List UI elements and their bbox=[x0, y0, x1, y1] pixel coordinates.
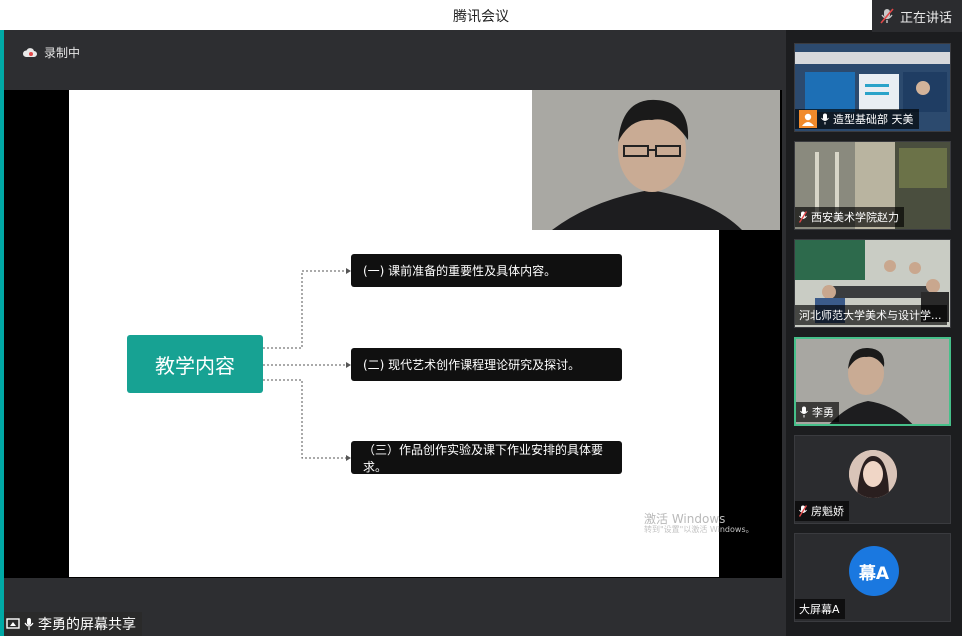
participant-tile-active[interactable]: 李勇 bbox=[794, 337, 951, 426]
participant-tile[interactable]: 河北师范大学美术与设计学... bbox=[794, 239, 951, 328]
avatar bbox=[849, 450, 897, 498]
participant-label: 河北师范大学美术与设计学... bbox=[795, 305, 947, 325]
screen-share-icon bbox=[6, 618, 20, 629]
participant-name: 河北师范大学美术与设计学... bbox=[799, 309, 942, 322]
participant-name: 李勇 bbox=[812, 406, 834, 419]
avatar-photo bbox=[849, 450, 897, 498]
participant-label: 房魁娇 bbox=[795, 501, 849, 521]
participant-name: 房魁娇 bbox=[811, 505, 844, 518]
mic-icon bbox=[821, 113, 829, 125]
mic-icon bbox=[800, 406, 808, 418]
participant-name: 造型基础部 天美 bbox=[833, 113, 914, 126]
participant-label: 西安美术学院赵力 bbox=[795, 207, 904, 227]
participant-name: 西安美术学院赵力 bbox=[811, 211, 899, 224]
participant-label: 造型基础部 天美 bbox=[795, 109, 919, 129]
avatar: 幕A bbox=[849, 546, 899, 596]
activation-watermark-text: 转到"设置"以激活 Windows。 bbox=[644, 525, 754, 534]
participant-tile[interactable]: 西安美术学院赵力 bbox=[794, 141, 951, 230]
participant-label: 大屏幕A bbox=[795, 599, 845, 619]
participant-tile[interactable]: 幕A 大屏幕A bbox=[794, 533, 951, 622]
screen-share-label: 李勇的屏幕共享 bbox=[4, 612, 142, 636]
mic-muted-icon bbox=[799, 211, 807, 223]
avatar-placeholder-icon bbox=[799, 110, 817, 128]
presenter-person-image bbox=[532, 90, 780, 230]
screen-share-text: 李勇的屏幕共享 bbox=[38, 617, 136, 633]
mindmap-item-3: （三）作品创作实验及课下作业安排的具体要求。 bbox=[351, 441, 622, 474]
participant-label: 李勇 bbox=[796, 402, 839, 422]
participant-name: 大屏幕A bbox=[799, 603, 840, 616]
participant-tile[interactable]: 造型基础部 天美 bbox=[794, 43, 951, 132]
mindmap-center-node: 教学内容 bbox=[127, 335, 263, 393]
presenter-video[interactable] bbox=[532, 90, 780, 230]
mic-muted-icon bbox=[799, 505, 807, 517]
mic-icon bbox=[24, 618, 34, 630]
mindmap-item-1: (一) 课前准备的重要性及具体内容。 bbox=[351, 254, 622, 287]
mindmap-item-2: (二) 现代艺术创作课程理论研究及探讨。 bbox=[351, 348, 622, 381]
participant-tile[interactable]: 房魁娇 bbox=[794, 435, 951, 524]
